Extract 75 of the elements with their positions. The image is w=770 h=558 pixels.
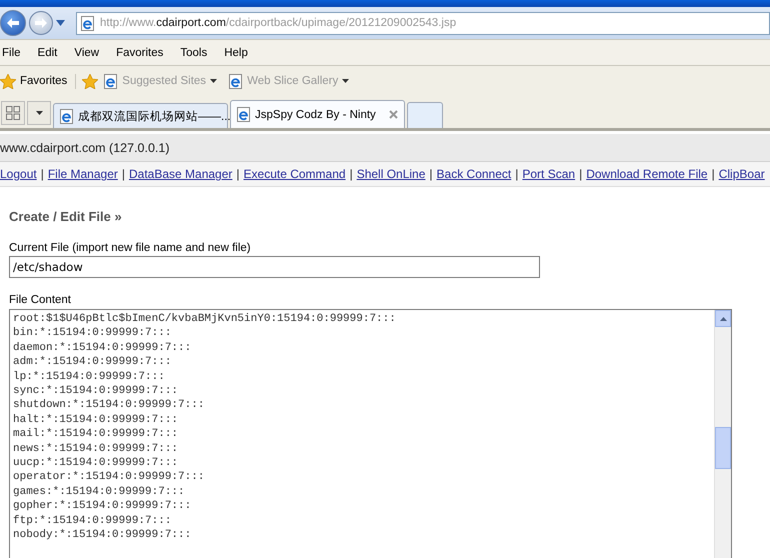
menu-item[interactable]: View bbox=[72, 46, 108, 58]
link-separator: | bbox=[350, 167, 353, 181]
file-line: adm:*:15194:0:99999:7::: bbox=[13, 355, 172, 370]
link-separator: | bbox=[515, 167, 518, 181]
nav-link[interactable]: Shell OnLine bbox=[356, 167, 426, 181]
file-line: lp:*:15194:0:99999:7::: bbox=[13, 370, 166, 384]
nav-link[interactable]: Port Scan bbox=[522, 167, 576, 181]
add-favorite-icon bbox=[82, 74, 98, 88]
nav-link[interactable]: File Manager bbox=[48, 167, 118, 181]
link-separator: | bbox=[429, 167, 433, 181]
file-line: sync:*:15194:0:99999:7::: bbox=[13, 384, 180, 398]
file-line: daemon:*:15194:0:99999:7::: bbox=[13, 340, 192, 356]
nav-link[interactable]: Execute Command bbox=[244, 167, 346, 181]
right-arrow-icon bbox=[35, 18, 47, 28]
file-line: nobody:*:15194:0:99999:7::: bbox=[13, 528, 192, 542]
file-line: gopher:*:15194:0:99999:7::: bbox=[13, 499, 192, 514]
favorites-button[interactable]: Favorites bbox=[0, 74, 76, 88]
nav-link[interactable]: ClipBoar bbox=[718, 167, 765, 181]
browser-tab[interactable]: 成都双流国际机场网站——... bbox=[53, 103, 228, 128]
tab-list-button[interactable] bbox=[27, 101, 51, 125]
menu-item[interactable]: File bbox=[0, 46, 30, 58]
grid-icon bbox=[6, 106, 20, 120]
page-icon bbox=[81, 16, 95, 30]
caret-icon bbox=[342, 79, 350, 83]
file-line: games:*:15194:0:99999:7::: bbox=[13, 484, 186, 500]
file-line: mail:*:15194:0:99999:7::: bbox=[13, 427, 180, 442]
address-text: /cdairportback/upimage/20121209002543.jsp bbox=[226, 17, 456, 29]
nav-link[interactable]: DataBase Manager bbox=[128, 167, 232, 181]
caret-icon bbox=[36, 111, 42, 115]
address-bar[interactable]: http://www.cdairport.com/cdairportback/upimage/20121209002543.jsp bbox=[76, 12, 770, 34]
link-separator: | bbox=[122, 167, 125, 181]
caret-icon bbox=[210, 79, 218, 83]
link-separator: | bbox=[236, 167, 240, 181]
close-icon[interactable] bbox=[389, 110, 398, 119]
file-line: halt:*:15194:0:99999:7::: bbox=[13, 412, 180, 428]
page-icon bbox=[237, 107, 251, 122]
file-line: ftp:*:15194:0:99999:7::: bbox=[13, 514, 172, 528]
address-text: http://www. bbox=[100, 17, 156, 29]
link-separator: | bbox=[712, 167, 715, 181]
page-icon bbox=[60, 108, 74, 124]
menu-item[interactable]: Help bbox=[222, 46, 257, 58]
up-arrow-icon bbox=[720, 316, 726, 320]
link-separator: | bbox=[40, 167, 44, 181]
menu-item[interactable]: Favorites bbox=[114, 46, 172, 58]
scrollbar[interactable] bbox=[714, 310, 731, 558]
link-separator: | bbox=[579, 167, 582, 181]
file-line: news:*:15194:0:99999:7::: bbox=[13, 442, 180, 456]
forward-button[interactable] bbox=[29, 11, 53, 35]
menu-item[interactable]: Edit bbox=[36, 46, 66, 58]
host-label: www.cdairport.com (127.0.0.1) bbox=[0, 140, 170, 154]
back-button[interactable] bbox=[0, 10, 26, 36]
page-icon bbox=[229, 74, 244, 88]
current-file-field[interactable]: /etc/shadow bbox=[9, 256, 540, 278]
page-icon bbox=[104, 74, 118, 88]
quick-tabs-button[interactable] bbox=[1, 101, 25, 125]
file-content-area[interactable] bbox=[9, 309, 732, 558]
browser-tab[interactable]: JspSpy Codz By - Ninty bbox=[230, 100, 405, 128]
file-line: uucp:*:15194:0:99999:7::: bbox=[13, 456, 180, 470]
star-icon bbox=[0, 74, 16, 88]
menu-item[interactable]: Tools bbox=[178, 46, 216, 58]
nav-link[interactable]: Download Remote File bbox=[586, 167, 708, 181]
field-label: File Content bbox=[9, 294, 72, 306]
file-line: root:$1$U46pBtlc$bImenC/kvbaBMjKvn5inY0:15194:0:99999:7::: bbox=[13, 312, 397, 326]
new-tab-button[interactable] bbox=[407, 102, 443, 128]
section-heading: Create / Edit File » bbox=[9, 209, 123, 224]
file-line: shutdown:*:15194:0:99999:7::: bbox=[13, 398, 206, 413]
file-line: operator:*:15194:0:99999:7::: bbox=[13, 470, 206, 485]
nav-link[interactable]: Logout bbox=[0, 167, 37, 181]
address-text: cdairport.com bbox=[156, 17, 226, 29]
field-label: Current File (import new file name and new file) bbox=[9, 242, 252, 254]
scrollbar-thumb[interactable] bbox=[715, 427, 731, 469]
dropdown-icon[interactable] bbox=[56, 20, 65, 26]
left-arrow-icon bbox=[7, 18, 19, 28]
file-line: bin:*:15194:0:99999:7::: bbox=[13, 326, 172, 341]
nav-link[interactable]: Back Connect bbox=[436, 167, 512, 181]
